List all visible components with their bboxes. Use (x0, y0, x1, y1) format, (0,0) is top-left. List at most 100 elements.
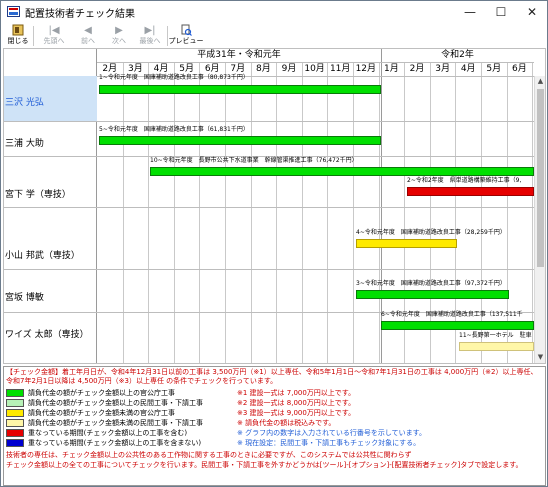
legend-text: 請負代金の額がチェック金額未満の民間工事・下請工事 (28, 419, 203, 427)
job-bar[interactable] (99, 136, 381, 145)
last-button-label: 最後へ (139, 37, 161, 45)
engineer-name[interactable]: 三沢 光弘 (4, 95, 97, 108)
legend-swatch (6, 409, 24, 417)
month-header: 11月 (329, 64, 351, 74)
first-icon: |◀ (48, 25, 60, 36)
job-label: 6~令和元年度 国庫補助道路改良工事（137,511千 (381, 311, 523, 318)
month-gridline (302, 62, 303, 363)
month-gridline (148, 62, 149, 363)
close-button-label: 閉じる (7, 37, 29, 45)
legend-item: 請負代金の額がチェック金額未満の官公庁工事 (6, 408, 175, 418)
month-header: 9月 (281, 64, 297, 74)
scroll-down-icon[interactable]: ▼ (535, 352, 545, 363)
row-divider (97, 62, 534, 63)
job-label: 3~令和元年度 国庫補助道路改良工事（97,372千円） (356, 280, 506, 287)
legend-item: 重なっている期間(チェック金額以上の工事を含まない) (6, 438, 201, 448)
job-bar[interactable] (459, 342, 534, 351)
preview-icon (180, 24, 192, 37)
legend-text: 請負代金の額がチェック金額以上の民間工事・下請工事 (28, 399, 203, 407)
month-gridline (251, 62, 252, 363)
next-button[interactable]: ▶ 次へ (108, 23, 130, 49)
check-result-window: 配置技術者チェック結果 — ☐ ✕ 閉じる |◀ 先頭へ ◀ 前へ ▶ 次へ ▶… (0, 0, 548, 487)
month-gridline (174, 62, 175, 363)
scroll-up-icon[interactable]: ▲ (535, 76, 545, 87)
legend-item: 重なっている期間(チェック金額以上の工事を含む) (6, 428, 187, 438)
job-bar[interactable] (356, 239, 457, 248)
job-label: 11~長野第一ホテル 駐車 (459, 332, 532, 339)
era-header: 平成31年・令和元年 (197, 50, 281, 60)
side-note: ※ グラフ内の数字は入力されている行番号を示しています。 (237, 429, 426, 437)
era-header: 令和2年 (441, 50, 474, 60)
month-gridline (225, 62, 226, 363)
job-bar[interactable] (150, 167, 534, 176)
scrollbar-thumb[interactable] (537, 89, 544, 267)
legend-swatch (6, 439, 24, 447)
title-bar: 配置技術者チェック結果 — ☐ ✕ (1, 1, 547, 23)
month-gridline (123, 62, 124, 363)
month-gridline (532, 62, 533, 363)
legend-swatch (6, 389, 24, 397)
notes-panel: 【チェック金額】着工年月日が、令和4年12月31日以前の工事は 3,500万円（… (3, 366, 546, 486)
minimize-button[interactable]: — (455, 1, 485, 23)
side-note: ※3 建設一式は 9,000万円以上です。 (237, 409, 356, 417)
legend-swatch (6, 419, 24, 427)
vertical-scrollbar[interactable]: ▲ ▼ (534, 76, 545, 363)
side-note: ※ 請負代金の額は税込みです。 (237, 419, 336, 427)
close-window-button[interactable]: ✕ (517, 1, 547, 23)
legend-text: 請負代金の額がチェック金額以上の官公庁工事 (28, 389, 175, 397)
toolbar-separator (33, 26, 34, 46)
month-header: 5月 (486, 64, 502, 74)
job-bar[interactable] (99, 85, 381, 94)
month-gridline (353, 62, 354, 363)
legend-item: 請負代金の額がチェック金額以上の民間工事・下請工事 (6, 398, 203, 408)
month-header: 3月 (435, 64, 450, 74)
side-note: ※ 現在設定：民間工事・下請工事もチェック対象にする。 (237, 439, 421, 447)
month-gridline (379, 62, 380, 363)
month-header: 1月 (384, 64, 399, 74)
month-header: 8月 (256, 64, 271, 74)
legend-item: 請負代金の額がチェック金額未満の民間工事・下請工事 (6, 418, 203, 428)
preview-button-label: プレビュー (168, 37, 204, 45)
first-button[interactable]: |◀ 先頭へ (41, 23, 67, 49)
legend-item: 請負代金の額がチェック金額以上の官公庁工事 (6, 388, 175, 398)
next-icon: ▶ (115, 25, 123, 36)
month-header: 4月 (460, 64, 476, 74)
side-note: ※2 建設一式は 8,000万円以上です。 (237, 399, 356, 407)
legend-swatch (6, 429, 24, 437)
month-gridline (199, 62, 200, 363)
month-gridline (327, 62, 328, 363)
legend-swatch (6, 399, 24, 407)
overlap-bar[interactable] (407, 187, 534, 196)
close-icon (12, 24, 24, 37)
engineer-name[interactable]: 宮坂 博敏 (4, 290, 97, 303)
prev-button[interactable]: ◀ 前へ (77, 23, 99, 49)
job-label: 4~令和元年度 国庫補助道路改良工事（28,259千円） (356, 229, 506, 236)
engineer-name[interactable]: 三浦 大助 (4, 136, 97, 149)
maximize-button[interactable]: ☐ (486, 1, 516, 23)
engineer-name[interactable]: ワイズ 太郎（専技） (4, 327, 97, 340)
job-bar[interactable] (356, 290, 509, 299)
last-button[interactable]: ▶| 最後へ (137, 23, 163, 49)
prev-button-label: 前へ (81, 37, 95, 45)
close-button[interactable]: 閉じる (7, 23, 29, 49)
month-header: 6月 (512, 64, 527, 74)
job-bar[interactable] (381, 321, 534, 330)
gantt-chart: 平成31年・令和元年 令和2年 2月 3月 4月 5月 6月 7月 8月 9月 10月 11月 12… (3, 48, 546, 364)
row-divider (4, 207, 534, 208)
month-gridline (276, 62, 277, 363)
legend-text: 重なっている期間(チェック金額以上の工事を含む) (28, 429, 188, 437)
first-button-label: 先頭へ (43, 37, 65, 45)
job-label: 1~令和元年度 国庫補助道路改良工事（80,873千円） (99, 74, 249, 81)
toolbar: 閉じる |◀ 先頭へ ◀ 前へ ▶ 次へ ▶| 最後へ プレビュー (1, 23, 547, 49)
preview-button[interactable]: プレビュー (168, 23, 204, 49)
prev-icon: ◀ (84, 25, 92, 36)
engineer-name[interactable]: 小山 邦武（専技） (4, 248, 97, 261)
job-label: 2~令和2年度 県単道路構築維持工事（9, (407, 177, 522, 184)
job-label: 10~令和元年度 長野市公共下水道事業 幹線管渠推進工事（76,472千円） (150, 157, 358, 164)
window-title: 配置技術者チェック結果 (25, 9, 135, 20)
footer-note: 技術者の専任は、チェック金額以上の公共性のある工作物に関する工事のときに必要です… (6, 451, 412, 459)
month-header: 2月 (409, 64, 425, 74)
engineer-name[interactable]: 宮下 学（専技） (4, 187, 97, 200)
footer-note: チェック金額以上の全ての工事についてチェックを行います。民間工事・下請工事を外す… (6, 461, 523, 469)
legend-text: 重なっている期間(チェック金額以上の工事を含まない) (28, 439, 202, 447)
